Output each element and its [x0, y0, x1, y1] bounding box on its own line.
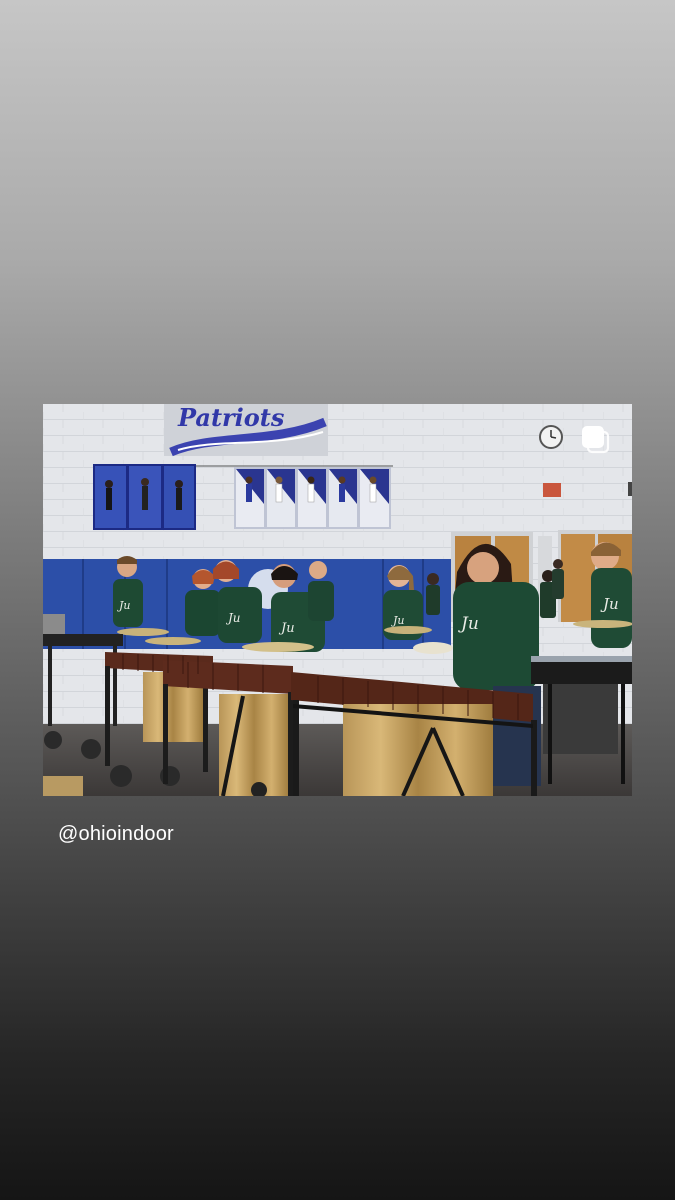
poster-group-left: [93, 464, 196, 530]
svg-text:Ju: Ju: [458, 614, 479, 634]
mention-sticker[interactable]: @ohioindoor: [58, 823, 174, 846]
gym-percussion-photo: Patriots Ju Ju Ju Ju Ju Ju: [43, 404, 632, 796]
story-screen: Patriots Ju Ju Ju Ju Ju Ju @ohioindoor: [0, 0, 675, 1200]
shared-post-photo[interactable]: Patriots Ju Ju Ju Ju Ju Ju: [43, 404, 632, 796]
svg-text:Ju: Ju: [225, 611, 241, 625]
svg-text:Ju: Ju: [600, 595, 619, 613]
svg-text:Ju: Ju: [391, 614, 405, 627]
exit-sign: [543, 483, 561, 497]
svg-text:Ju: Ju: [278, 621, 295, 636]
patriots-banner: Patriots: [164, 404, 328, 457]
laptop: [43, 614, 65, 634]
multiple-photos-icon[interactable]: [581, 425, 611, 455]
svg-text:Ju: Ju: [117, 599, 131, 612]
poster-group-right: [234, 467, 391, 529]
wall-clock: [539, 425, 563, 449]
svg-text:Patriots: Patriots: [177, 404, 285, 432]
